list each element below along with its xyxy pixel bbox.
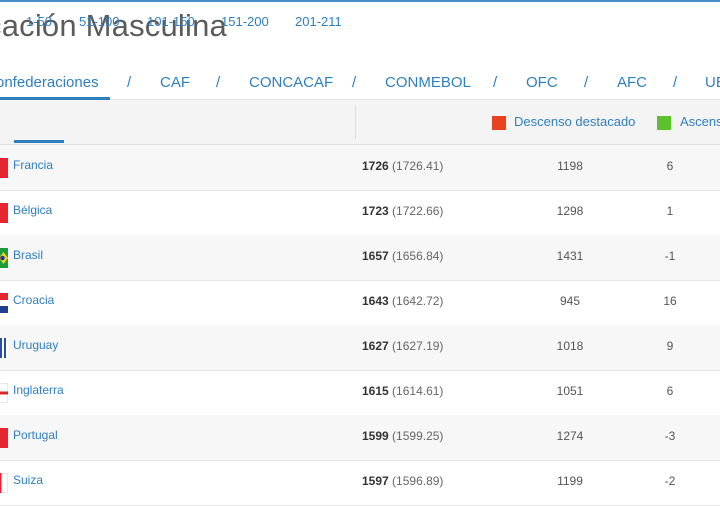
range-tab-151-200[interactable]: 151-200	[221, 14, 269, 29]
points-cell: 1723 (1722.66)	[362, 204, 443, 218]
team-name[interactable]: Suiza	[13, 473, 43, 487]
brazil-flag-icon	[0, 248, 8, 268]
rank-change: 16	[663, 294, 677, 308]
points-cell: 1597 (1596.89)	[362, 474, 443, 488]
tab-conmebol[interactable]: CONMEBOL	[385, 74, 471, 91]
belgium-flag-icon	[0, 203, 8, 223]
points-cell: 1627 (1627.19)	[362, 339, 443, 353]
previous-points: 945	[559, 294, 581, 308]
rank-change: 9	[666, 339, 674, 353]
table-row[interactable]: Portugal 1599 (1599.25) 1274 -3	[0, 415, 720, 461]
tab-ofc[interactable]: OFC	[526, 74, 558, 91]
exact-points: (1642.72)	[392, 294, 444, 308]
confederation-nav: onfederaciones / CAF / CONCACAF / CONMEB…	[0, 72, 720, 96]
team-name[interactable]: Croacia	[13, 293, 54, 307]
previous-points: 1018	[556, 339, 584, 353]
previous-points: 1274	[556, 429, 584, 443]
exact-points: (1726.41)	[392, 159, 444, 173]
rank-change: -1	[664, 249, 676, 263]
points-value: 1657	[362, 249, 389, 263]
team-name[interactable]: Inglaterra	[13, 383, 64, 397]
rank-change: -3	[664, 429, 676, 443]
team-name[interactable]: Francia	[13, 158, 53, 172]
range-tab-1-50[interactable]: 1-50	[26, 14, 52, 29]
previous-points: 1051	[556, 384, 584, 398]
points-cell: 1615 (1614.61)	[362, 384, 443, 398]
points-value: 1599	[362, 429, 389, 443]
exact-points: (1614.61)	[392, 384, 444, 398]
portugal-flag-icon	[0, 428, 8, 448]
nav-separator: /	[352, 74, 357, 91]
table-row[interactable]: Francia 1726 (1726.41) 1198 6	[0, 145, 720, 191]
descenso-legend-swatch	[492, 116, 506, 130]
exact-points: (1596.89)	[392, 474, 444, 488]
previous-points: 1199	[557, 474, 583, 488]
england-flag-icon	[0, 383, 8, 403]
uruguay-flag-icon	[0, 338, 8, 358]
points-value: 1627	[362, 339, 389, 353]
points-value: 1597	[362, 474, 389, 488]
ascenso-legend-label: Ascens	[680, 114, 720, 129]
tab-caf[interactable]: CAF	[160, 74, 190, 91]
tab-uefa[interactable]: UE	[705, 74, 720, 91]
rank-change: -2	[664, 474, 676, 488]
team-name[interactable]: Brasil	[13, 248, 43, 262]
points-cell: 1599 (1599.25)	[362, 429, 443, 443]
points-cell: 1643 (1642.72)	[362, 294, 443, 308]
descenso-legend-label: Descenso destacado	[514, 114, 636, 129]
previous-points: 1198	[557, 159, 583, 173]
croatia-flag-icon	[0, 293, 8, 313]
rank-change: 6	[666, 159, 674, 173]
exact-points: (1722.66)	[392, 204, 444, 218]
range-tab-active-indicator	[14, 140, 64, 143]
previous-points: 1431	[556, 249, 584, 263]
exact-points: (1627.19)	[392, 339, 444, 353]
table-row[interactable]: Brasil 1657 (1656.84) 1431 -1	[0, 235, 720, 281]
points-value: 1615	[362, 384, 389, 398]
france-flag-icon	[0, 158, 8, 178]
rank-change: 6	[666, 384, 674, 398]
points-value: 1723	[362, 204, 389, 218]
range-tab-201-211[interactable]: 201-211	[295, 14, 342, 29]
switzerland-flag-icon	[0, 473, 8, 493]
team-name[interactable]: Uruguay	[13, 338, 58, 352]
table-row[interactable]: Uruguay 1627 (1627.19) 1018 9	[0, 325, 720, 371]
table-row[interactable]: Inglaterra 1615 (1614.61) 1051 6	[0, 370, 720, 416]
nav-separator: /	[673, 74, 678, 91]
previous-points: 1298	[556, 204, 584, 218]
points-cell: 1657 (1656.84)	[362, 249, 443, 263]
table-row[interactable]: Bélgica 1723 (1722.66) 1298 1	[0, 190, 720, 236]
points-value: 1726	[362, 159, 389, 173]
nav-separator: /	[493, 74, 498, 91]
tab-concacaf[interactable]: CONCACAF	[249, 74, 333, 91]
points-cell: 1726 (1726.41)	[362, 159, 443, 173]
toolbar-divider	[355, 105, 356, 139]
points-value: 1643	[362, 294, 389, 308]
nav-separator: /	[127, 74, 132, 91]
table-row[interactable]: Suiza 1597 (1596.89) 1199 -2	[0, 460, 720, 506]
table-row[interactable]: Croacia 1643 (1642.72) 945 16	[0, 280, 720, 326]
exact-points: (1656.84)	[392, 249, 444, 263]
exact-points: (1599.25)	[392, 429, 444, 443]
ascenso-legend-swatch	[657, 116, 671, 130]
top-accent-line	[0, 0, 720, 2]
range-tab-51-100[interactable]: 51-100	[79, 14, 119, 29]
nav-separator: /	[216, 74, 221, 91]
range-tab-101-150[interactable]: 101-150	[147, 14, 195, 29]
nav-separator: /	[584, 74, 589, 91]
tab-afc[interactable]: AFC	[617, 74, 647, 91]
team-name[interactable]: Portugal	[13, 428, 58, 442]
rank-change: 1	[666, 204, 674, 218]
tab-confederaciones[interactable]: onfederaciones	[0, 74, 99, 91]
team-name[interactable]: Bélgica	[13, 203, 52, 217]
